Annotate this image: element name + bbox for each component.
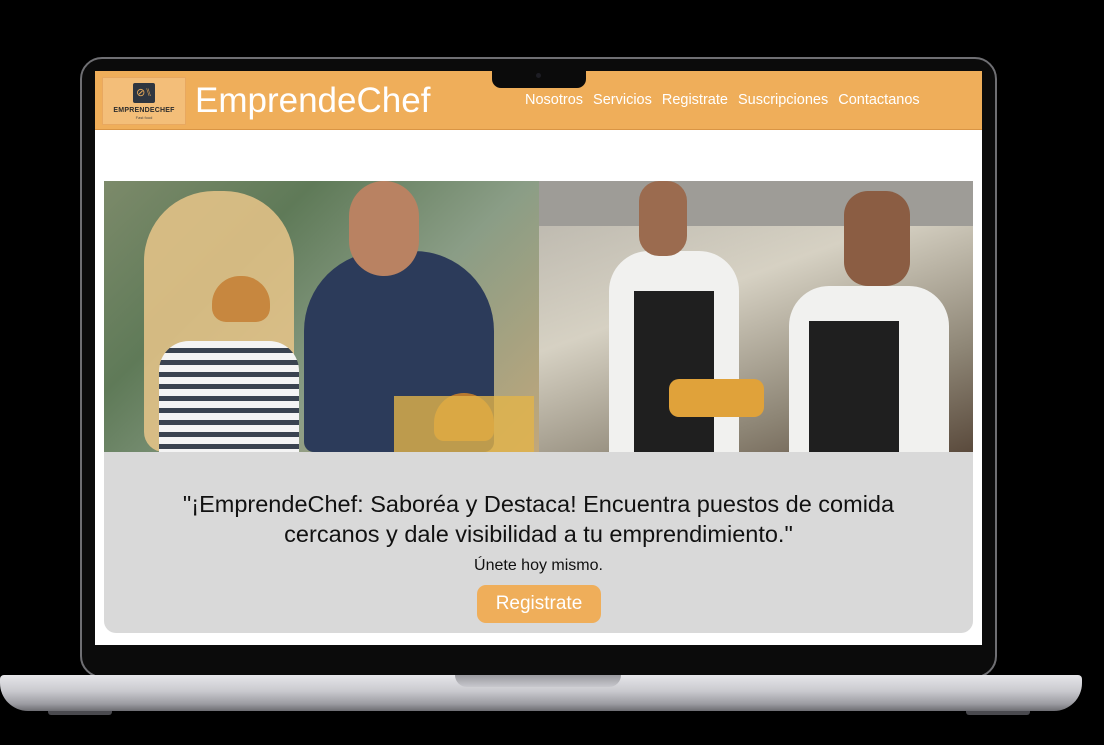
register-button[interactable]: Registrate [477,585,601,623]
camera-icon [536,73,541,78]
laptop-foot-left [48,711,112,715]
nav-link-nosotros[interactable]: Nosotros [525,92,583,108]
nav-link-servicios[interactable]: Servicios [593,92,652,108]
camera-notch [492,71,586,88]
brand-title: EmprendeChef [195,81,431,120]
laptop-foot-right [966,711,1030,715]
nav-link-suscripciones[interactable]: Suscripciones [738,92,828,108]
hero-section: "¡EmprendeChef: Saboréa y Destaca! Encue… [104,181,973,633]
logo[interactable]: ⊘⑊ EMPRENDECHEF Fast food [102,77,186,125]
hero-tagline: "¡EmprendeChef: Saboréa y Destaca! Encue… [182,491,895,547]
laptop-base-notch [455,675,621,687]
nav-menu: Nosotros Servicios Registrate Suscripcio… [525,92,930,108]
chef-utensils-icon: ⊘⑊ [133,83,155,103]
hero-subline: Únete hoy mismo. [474,557,603,574]
browser-screen: ⊘⑊ EMPRENDECHEF Fast food EmprendeChef N… [95,71,982,645]
logo-text: EMPRENDECHEF [113,107,175,114]
logo-subtext: Fast food [135,115,153,120]
nav-link-contactanos[interactable]: Contactanos [838,92,919,108]
laptop-bezel [95,645,982,675]
hero-photo-chefs [539,181,973,452]
nav-link-registrate[interactable]: Registrate [662,92,728,108]
hero-photo-diners [104,181,539,452]
